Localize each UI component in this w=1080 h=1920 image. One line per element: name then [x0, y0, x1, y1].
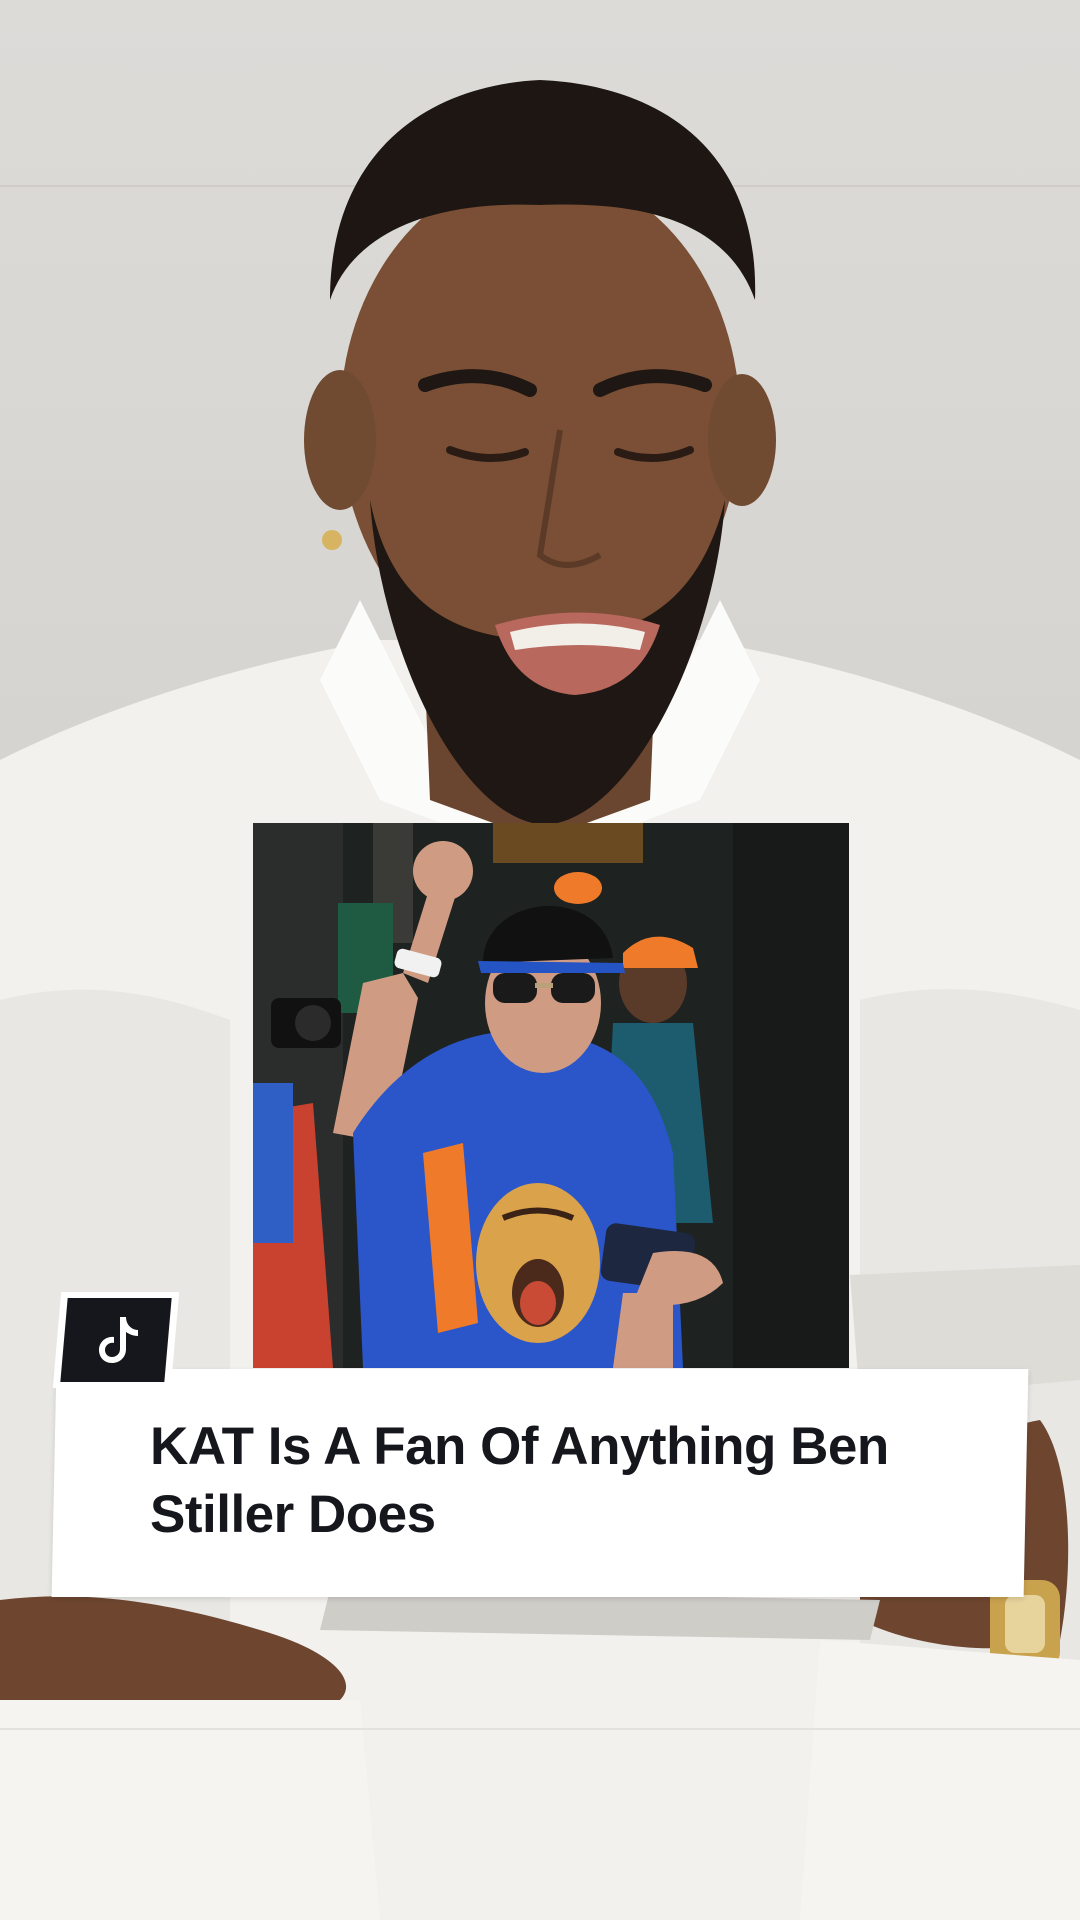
- tiktok-note-icon: [99, 1317, 138, 1363]
- inset-photo: [253, 823, 849, 1368]
- video-frame[interactable]: KAT Is A Fan Of Anything Ben Stiller Doe…: [0, 0, 1080, 1920]
- caption-title: KAT Is A Fan Of Anything Ben Stiller Doe…: [150, 1417, 889, 1544]
- fan-photo-illustration: [253, 823, 849, 1368]
